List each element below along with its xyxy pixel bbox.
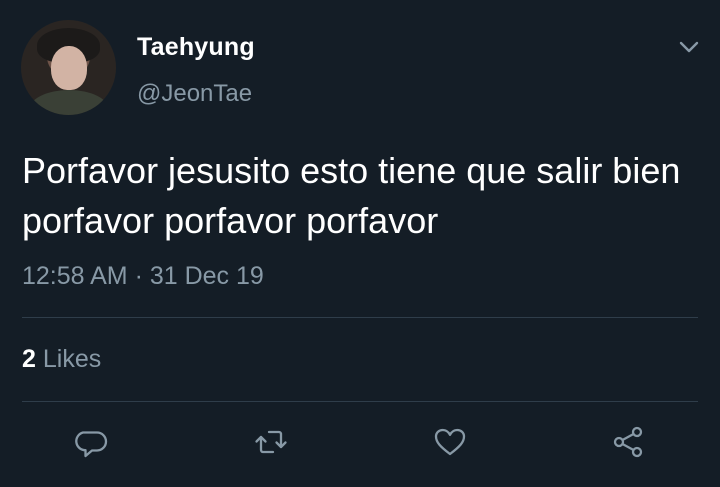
reply-button[interactable] (72, 423, 110, 461)
avatar[interactable] (21, 20, 116, 115)
likes-label: Likes (42, 345, 102, 373)
retweet-icon (255, 430, 287, 454)
like-button[interactable] (431, 423, 469, 461)
avatar-face (51, 46, 87, 90)
tweet-text: Porfavor jesusito esto tiene que salir b… (22, 150, 681, 241)
share-icon (613, 426, 643, 458)
likes-count: 2 (22, 345, 36, 373)
reply-icon (75, 431, 108, 458)
user-handle[interactable]: @JeonTae (137, 80, 252, 108)
display-name[interactable]: Taehyung (137, 33, 255, 62)
tweet-detail: Taehyung @JeonTae Porfavor jesusito esto… (0, 0, 720, 487)
tweet-timestamp: 12:58 AM · 31 Dec 19 (22, 262, 264, 290)
chevron-down-icon[interactable] (676, 34, 702, 60)
share-button[interactable] (610, 423, 648, 461)
divider (22, 401, 698, 402)
divider (22, 317, 698, 318)
heart-icon (434, 428, 466, 456)
likes-stat[interactable]: 2 Likes (22, 345, 101, 374)
avatar-shoulders (29, 90, 109, 115)
retweet-button[interactable] (252, 423, 290, 461)
